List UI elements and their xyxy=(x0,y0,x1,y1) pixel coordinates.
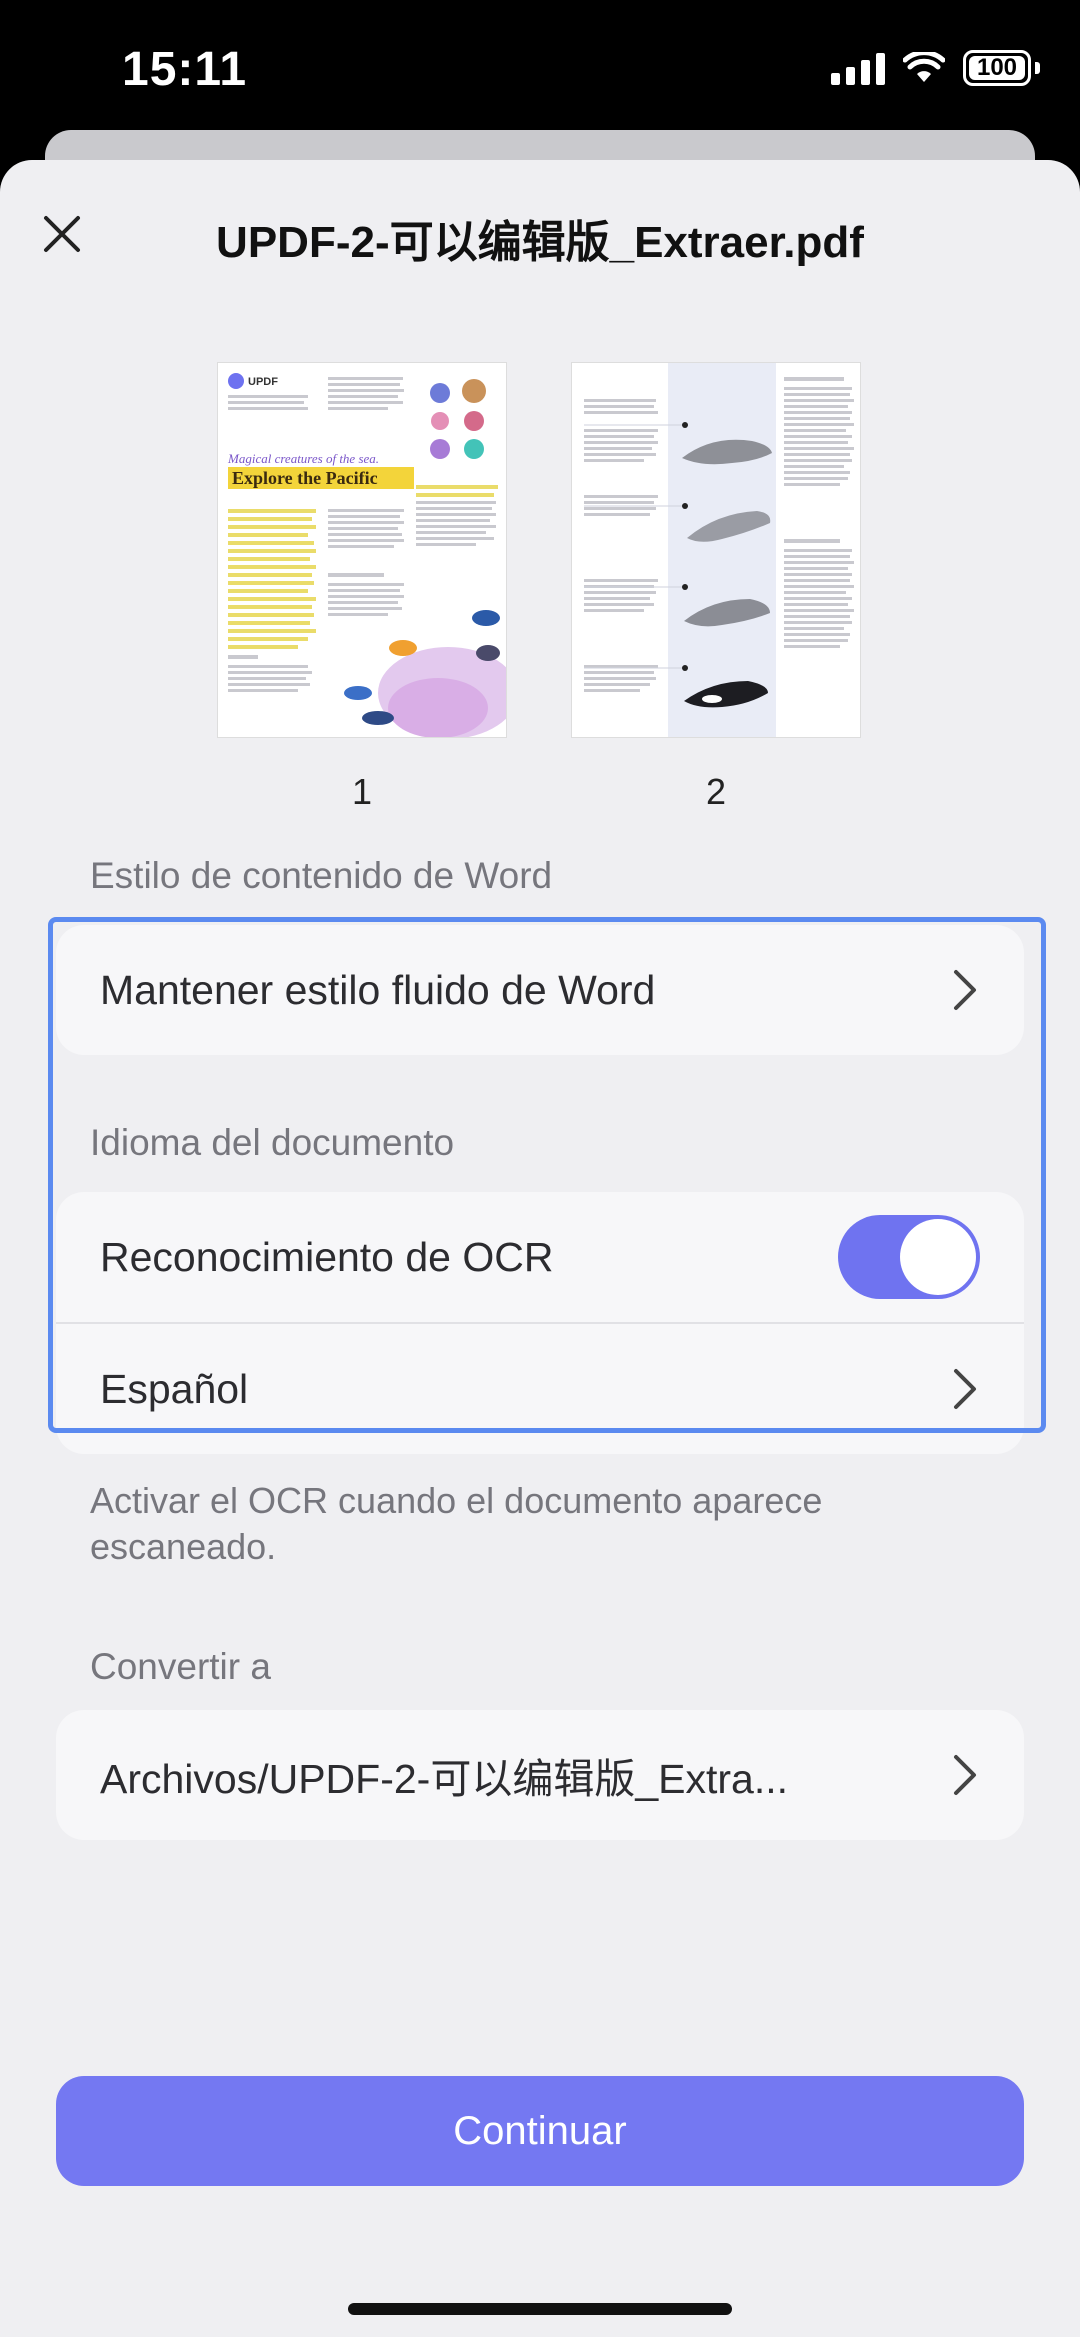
close-button[interactable] xyxy=(34,206,90,262)
page-1-preview: UPDF Magical creatures of the sea. Explo… xyxy=(218,363,506,737)
page-title: UPDF-2-可以编辑版_Extraer.pdf xyxy=(216,218,864,267)
page-thumbnail-2[interactable] xyxy=(572,363,860,737)
close-icon xyxy=(44,216,80,252)
ocr-hint: Activar el OCR cuando el documento apare… xyxy=(90,1480,823,1567)
convert-destination-value: Archivos/UPDF-2-可以编辑版_Extra... xyxy=(100,1756,788,1802)
chevron-right-icon xyxy=(954,1755,976,1795)
word-style-label: Estilo de contenido de Word xyxy=(90,855,553,896)
continue-button[interactable]: Continuar xyxy=(56,2076,1024,2186)
sheet-header: UPDF-2-可以编辑版_Extraer.pdf xyxy=(0,160,1080,310)
status-bar: 15:11 100 xyxy=(0,0,1080,140)
page-1-headline: Explore the Pacific xyxy=(232,468,378,488)
convert-destination-row[interactable]: Archivos/UPDF-2-可以编辑版_Extra... xyxy=(56,1710,1024,1840)
convert-to-label: Convertir a xyxy=(90,1646,271,1687)
battery-level: 100 xyxy=(976,54,1018,81)
page-2-preview xyxy=(572,363,860,737)
page-thumbnails: UPDF Magical creatures of the sea. Explo… xyxy=(0,363,1080,833)
page-number-2: 2 xyxy=(705,771,727,812)
selection-highlight xyxy=(48,917,1046,1433)
page-1-subheadline: Magical creatures of the sea. xyxy=(227,451,379,466)
page-thumbnail-1[interactable]: UPDF Magical creatures of the sea. Explo… xyxy=(218,363,506,737)
status-time: 15:11 xyxy=(122,43,248,96)
home-indicator xyxy=(348,2303,732,2315)
cellular-signal-icon xyxy=(831,51,885,85)
battery-icon: 100 xyxy=(963,50,1031,86)
wifi-icon xyxy=(903,52,945,82)
page-1-brand: UPDF xyxy=(248,376,278,388)
convert-card: Archivos/UPDF-2-可以编辑版_Extra... xyxy=(56,1710,1024,1840)
status-icons: 100 xyxy=(831,50,1040,86)
page-number-1: 1 xyxy=(351,771,373,812)
